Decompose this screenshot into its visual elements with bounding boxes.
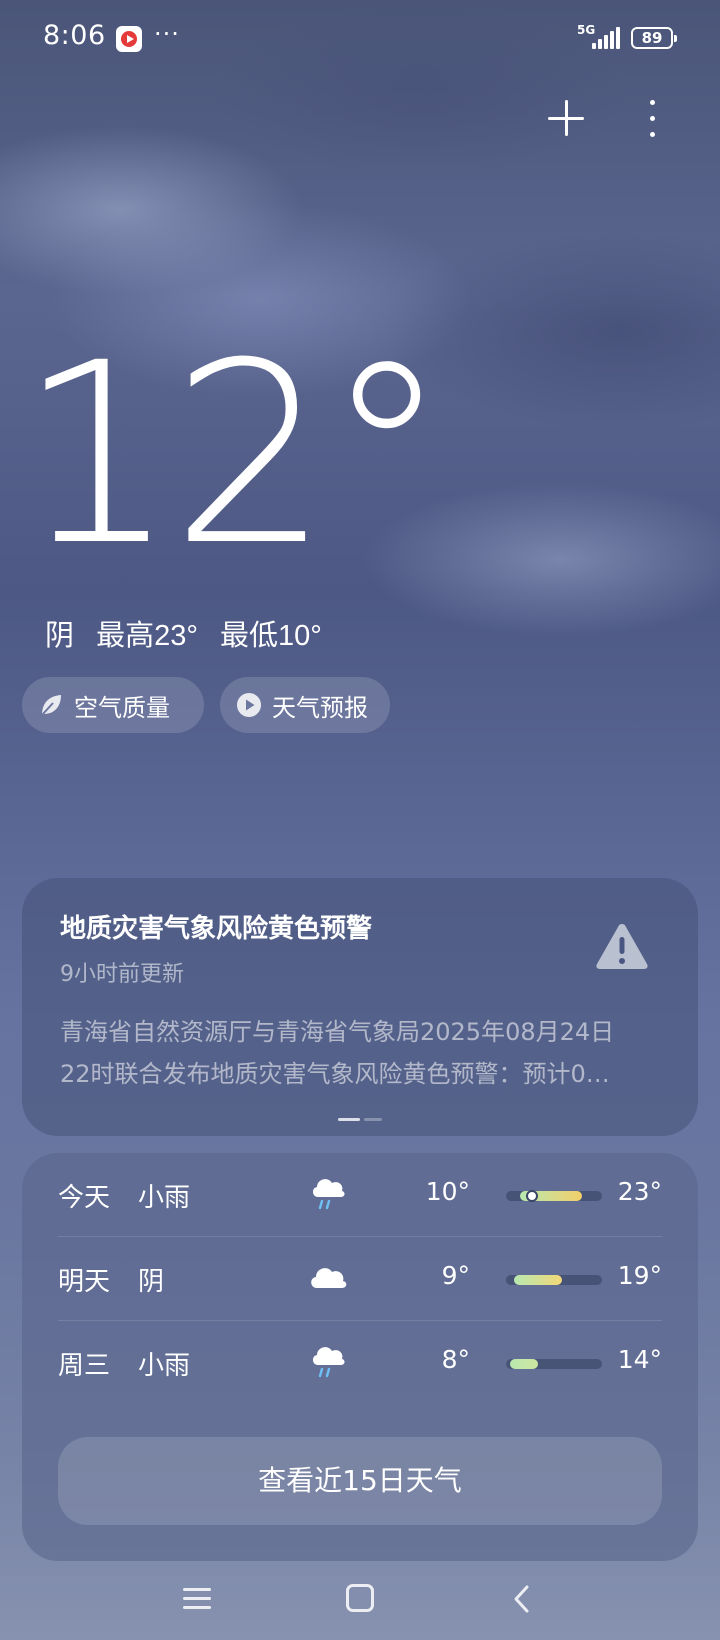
forecast-row-tomorrow[interactable]: 明天 阴 9° 19°: [58, 1237, 662, 1321]
current-temperature: 12°: [18, 309, 449, 600]
forecast-day: 今天: [58, 1183, 111, 1213]
warning-line-2: 22时联合发布地质灾害气象风险黄色预警：预计0…: [60, 1060, 610, 1088]
forecast-video-button[interactable]: 天气预报: [220, 677, 390, 733]
high-temperature: 最高23°: [96, 620, 198, 652]
carousel-indicator: [338, 1118, 384, 1122]
more-options-button[interactable]: [640, 100, 664, 138]
back-button[interactable]: [508, 1584, 538, 1614]
recent-apps-button[interactable]: [183, 1586, 211, 1612]
current-condition: 阴: [45, 620, 75, 652]
forecast-video-label: 天气预报: [272, 693, 368, 722]
overcast-cloud-icon: [311, 1268, 347, 1288]
signal-icon: [592, 27, 622, 49]
weather-summary: 阴 最高23° 最低10°: [45, 612, 336, 654]
forecast-high: 14°: [617, 1345, 662, 1374]
current-temperature-marker: [526, 1190, 538, 1202]
forecast-low: 10°: [425, 1177, 470, 1206]
add-city-button[interactable]: [548, 100, 584, 136]
warning-title: 地质灾害气象风险黄色预警: [60, 914, 373, 944]
forecast-day: 周三: [58, 1351, 111, 1381]
temperature-range-fill: [510, 1359, 538, 1369]
weather-warning-card[interactable]: 地质灾害气象风险黄色预警 9小时前更新 青海省自然资源厅与青海省气象局2025年…: [22, 878, 698, 1136]
air-quality-label: 空气质量: [74, 693, 170, 722]
view-15-day-forecast-button[interactable]: 查看近15日天气: [58, 1437, 662, 1525]
forecast-high: 23°: [617, 1177, 662, 1206]
forecast-condition: 小雨: [138, 1351, 191, 1381]
status-bar: 8:06 ··· 5G 89: [0, 0, 720, 78]
forecast-row-today[interactable]: 今天 小雨 10° 23°: [58, 1153, 662, 1237]
forecast-low: 9°: [441, 1261, 470, 1290]
battery-icon: 89: [631, 27, 677, 49]
daily-forecast-card: 今天 小雨 10° 23° 明天 阴 9° 19° 周三 小雨 8° 14° 查…: [22, 1153, 698, 1561]
warning-line-1: 青海省自然资源厅与青海省气象局2025年08月24日: [60, 1018, 615, 1046]
status-more-icon: ···: [154, 20, 180, 48]
light-rain-icon: [312, 1179, 345, 1210]
air-quality-button[interactable]: 空气质量: [22, 677, 204, 733]
low-temperature: 最低10°: [220, 620, 322, 652]
warning-updated-time: 9小时前更新: [60, 962, 184, 987]
play-icon: [237, 693, 261, 717]
temperature-range-fill: [514, 1275, 562, 1285]
status-time: 8:06: [43, 20, 106, 51]
temperature-range-bar: [506, 1359, 602, 1369]
warning-description: 青海省自然资源厅与青海省气象局2025年08月24日 22时联合发布地质灾害气象…: [60, 1011, 680, 1095]
forecast-low: 8°: [441, 1345, 470, 1374]
light-rain-icon: [312, 1347, 345, 1378]
warning-triangle-icon: [596, 924, 648, 969]
forecast-high: 19°: [617, 1261, 662, 1290]
forecast-row-wednesday[interactable]: 周三 小雨 8° 14°: [58, 1321, 662, 1405]
home-button[interactable]: [346, 1584, 374, 1612]
temperature-range-bar: [506, 1275, 602, 1285]
video-app-icon: [116, 26, 142, 52]
forecast-condition: 阴: [138, 1267, 165, 1297]
forecast-day: 明天: [58, 1267, 111, 1297]
forecast-condition: 小雨: [138, 1183, 191, 1213]
leaf-icon: [41, 695, 61, 716]
system-navigation-bar: [0, 1560, 720, 1640]
temperature-range-bar: [506, 1190, 602, 1202]
